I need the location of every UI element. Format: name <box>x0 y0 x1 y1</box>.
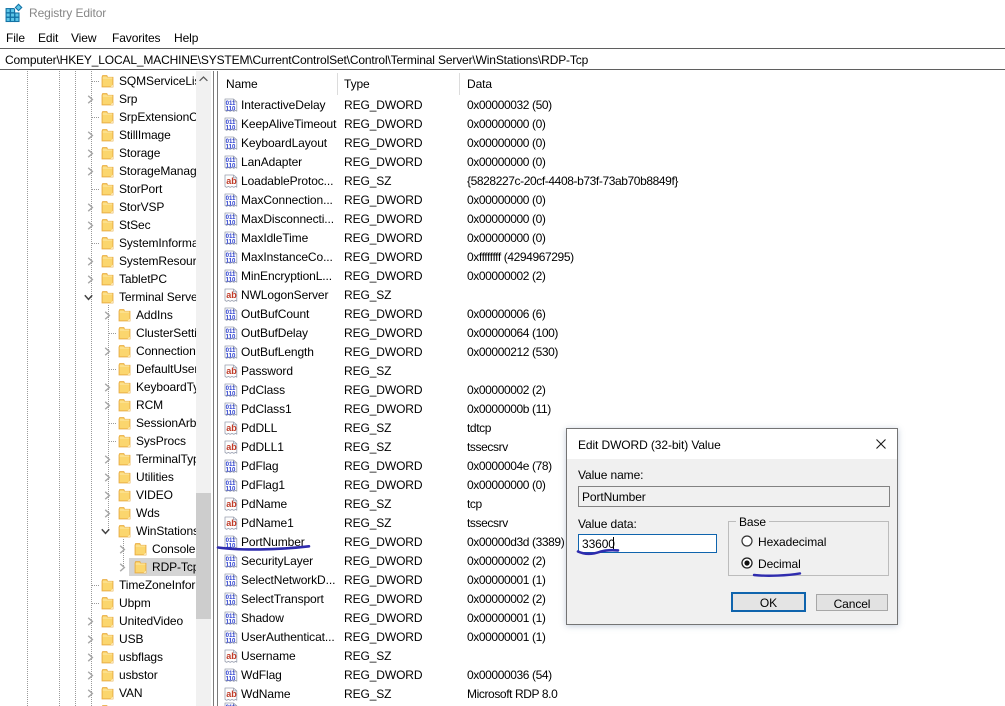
svg-text:110: 110 <box>226 676 236 683</box>
svg-text:ab: ab <box>226 499 237 509</box>
svg-text:110: 110 <box>226 353 236 360</box>
svg-text:110: 110 <box>226 581 236 588</box>
svg-text:110: 110 <box>226 410 236 417</box>
svg-text:110: 110 <box>226 144 236 151</box>
svg-text:110: 110 <box>226 600 236 607</box>
svg-text:110: 110 <box>226 163 236 170</box>
svg-text:ab: ab <box>226 651 237 661</box>
svg-text:110: 110 <box>226 334 236 341</box>
svg-text:110: 110 <box>226 239 236 246</box>
svg-text:ab: ab <box>226 689 237 699</box>
svg-text:110: 110 <box>226 638 236 645</box>
svg-text:110: 110 <box>226 619 236 626</box>
svg-text:110: 110 <box>226 543 236 550</box>
svg-text:110: 110 <box>226 258 236 265</box>
svg-text:110: 110 <box>226 391 236 398</box>
svg-text:ab: ab <box>226 442 237 452</box>
svg-text:110: 110 <box>226 486 236 493</box>
svg-text:110: 110 <box>226 125 236 132</box>
svg-text:110: 110 <box>226 467 236 474</box>
svg-text:ab: ab <box>226 290 237 300</box>
svg-text:ab: ab <box>226 518 237 528</box>
svg-text:ab: ab <box>226 423 237 433</box>
svg-text:110: 110 <box>226 220 236 227</box>
svg-text:110: 110 <box>226 562 236 569</box>
svg-text:110: 110 <box>226 277 236 284</box>
svg-text:110: 110 <box>226 106 236 113</box>
svg-text:110: 110 <box>226 201 236 208</box>
svg-text:ab: ab <box>226 176 237 186</box>
svg-text:110: 110 <box>226 315 236 322</box>
svg-text:ab: ab <box>226 366 237 376</box>
